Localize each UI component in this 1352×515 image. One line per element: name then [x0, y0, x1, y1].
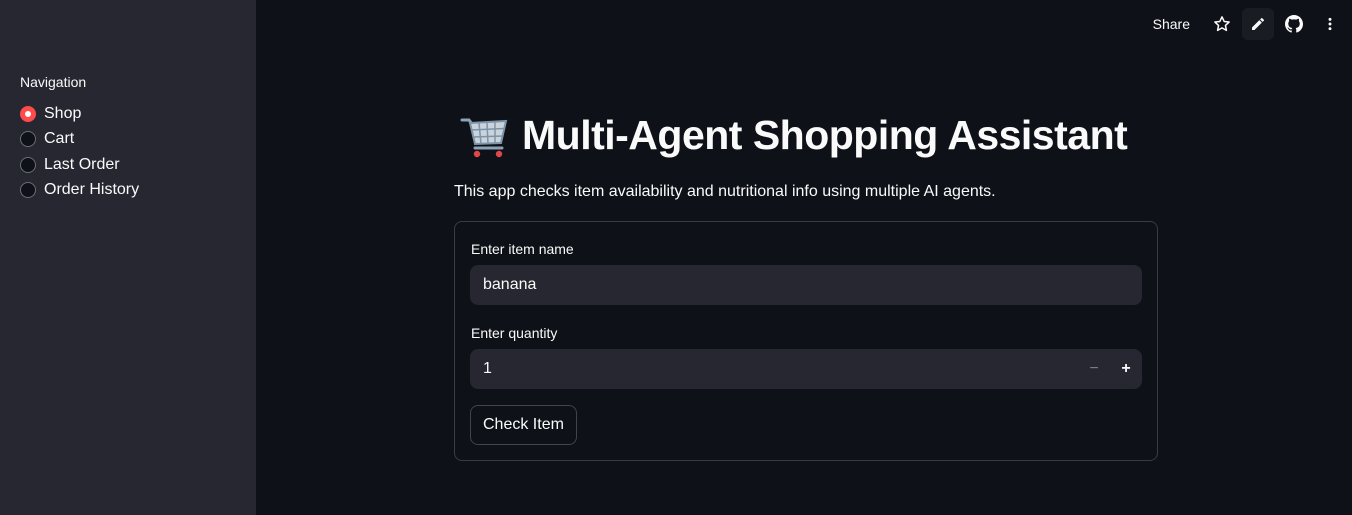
quantity-label: Enter quantity [471, 325, 558, 341]
radio-unselected-icon[interactable] [20, 131, 36, 148]
quantity-value: 1 [483, 360, 492, 377]
increment-button[interactable]: + [1110, 349, 1142, 389]
nav-option-last-order[interactable]: Last Order [20, 152, 139, 178]
quantity-stepper[interactable]: 1 − + [470, 349, 1142, 389]
nav-option-label: Last Order [44, 155, 120, 173]
nav-option-label: Order History [44, 181, 140, 199]
top-toolbar: Share [1153, 8, 1346, 40]
shopping-cart-icon [460, 118, 508, 158]
share-button[interactable]: Share [1153, 16, 1190, 32]
navigation-radio-group: Shop Cart Last Order Order History [20, 101, 139, 203]
item-name-label: Enter item name [471, 241, 574, 257]
page-title: Multi-Agent Shopping Assistant [460, 110, 1128, 160]
navigation-title: Navigation [20, 74, 87, 90]
star-icon[interactable] [1206, 8, 1238, 40]
app-description: This app checks item availability and nu… [454, 183, 996, 200]
radio-selected-icon[interactable] [20, 105, 36, 122]
nav-option-label: Cart [44, 130, 75, 148]
nav-option-shop[interactable]: Shop [20, 101, 139, 127]
nav-option-cart[interactable]: Cart [20, 127, 139, 153]
github-icon[interactable] [1278, 8, 1310, 40]
pencil-icon[interactable] [1242, 8, 1274, 40]
decrement-button[interactable]: − [1078, 349, 1110, 389]
radio-unselected-icon[interactable] [20, 182, 36, 199]
stepper-controls: − + [1078, 349, 1142, 389]
app-root: Navigation Shop Cart Last Order Order Hi… [0, 0, 1352, 515]
sidebar: Navigation Shop Cart Last Order Order Hi… [0, 0, 256, 515]
radio-unselected-icon[interactable] [20, 156, 36, 173]
item-check-form: Enter item name banana Enter quantity 1 … [454, 221, 1158, 461]
item-name-input[interactable]: banana [470, 265, 1142, 305]
item-name-value: banana [483, 276, 537, 293]
nav-option-order-history[interactable]: Order History [20, 178, 139, 204]
nav-option-label: Shop [44, 104, 82, 122]
check-item-button[interactable]: Check Item [470, 405, 577, 445]
more-vertical-icon[interactable] [1314, 8, 1346, 40]
title-text: Multi-Agent Shopping Assistant [522, 111, 1128, 158]
